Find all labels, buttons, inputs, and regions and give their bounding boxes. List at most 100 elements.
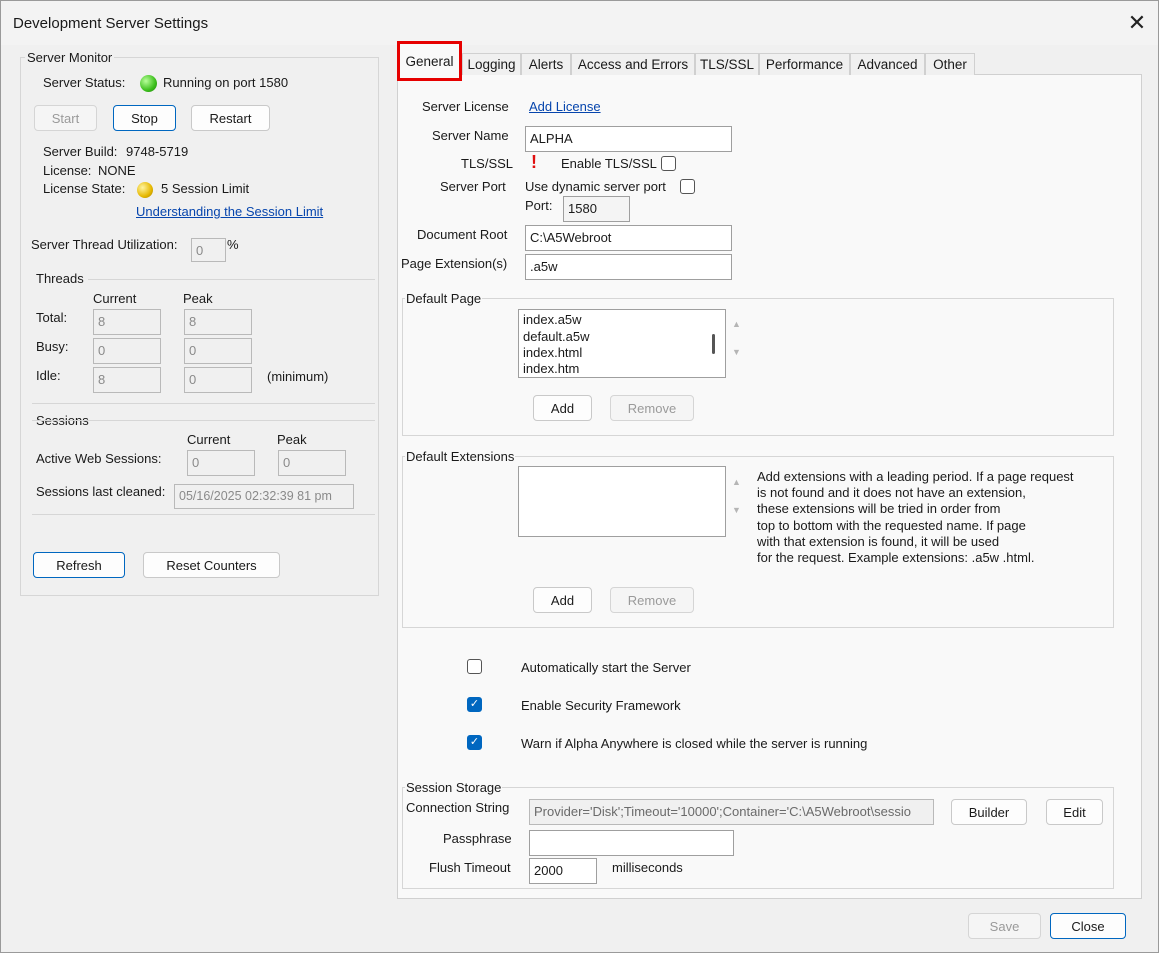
server-build-label: Server Build: [43,144,118,159]
default-page-add-button[interactable]: Add [533,395,592,421]
tab-general[interactable]: General [397,41,462,81]
tab-tls-ssl[interactable]: TLS/SSL [695,53,759,75]
threads-total-peak: 8 [184,309,252,335]
warn-close-checkbox[interactable]: ✓ [467,735,482,750]
auto-start-checkbox[interactable] [467,659,482,674]
sessions-bottom-separator [32,514,375,515]
dialog-window: Development Server Settings ✕ Server Mon… [0,0,1159,953]
session-limit-link[interactable]: Understanding the Session Limit [136,204,323,219]
add-license-link[interactable]: Add License [529,99,601,114]
help-line: for the request. Example extensions: .a5… [757,550,1035,566]
default-page-list[interactable]: index.a5w default.a5w index.html index.h… [518,309,726,378]
license-value: NONE [98,163,136,178]
help-line: Add extensions with a leading period. If… [757,469,1074,484]
stop-button[interactable]: Stop [113,105,176,131]
edit-button[interactable]: Edit [1046,799,1103,825]
sessions-peak-header: Peak [277,432,307,447]
security-framework-label: Enable Security Framework [521,698,681,713]
list-item[interactable]: index.a5w [523,312,582,327]
default-extensions-help: Add extensions with a leading period. If… [757,469,1074,566]
tls-ssl-label: TLS/SSL [461,156,514,171]
help-line: these extensions will be tried in order … [757,501,1001,517]
title-bar: Development Server Settings ✕ [1,1,1158,45]
help-line: with that extension is found, it will be… [757,533,1000,549]
connection-string-label: Connection String [406,800,510,815]
threads-total-label: Total: [36,310,68,325]
dynamic-port-checkbox[interactable] [680,179,695,194]
thread-utilization-label: Server Thread Utilization: [31,237,178,252]
refresh-button[interactable]: Refresh [33,552,125,578]
threads-peak-header: Peak [183,291,213,306]
document-root-label: Document Root [417,227,508,242]
default-extensions-list[interactable] [518,466,726,537]
status-yellow-icon [137,182,153,198]
tab-logging[interactable]: Logging [462,53,521,75]
tab-advanced[interactable]: Advanced [850,53,925,75]
threads-separator [88,279,375,280]
passphrase-input[interactable] [529,830,734,856]
threads-current-header: Current [93,291,137,306]
flush-timeout-input[interactable]: 2000 [529,858,597,884]
tab-access-and-errors[interactable]: Access and Errors [571,53,695,75]
builder-button[interactable]: Builder [951,799,1027,825]
list-item[interactable]: default.a5w [523,329,590,344]
port-input[interactable]: 1580 [563,196,630,222]
sessions-cleaned-label: Sessions last cleaned: [36,484,166,499]
page-extension-input[interactable]: .a5w [525,254,732,280]
close-icon[interactable]: ✕ [1123,9,1151,37]
reset-counters-button[interactable]: Reset Counters [143,552,280,578]
move-up-icon[interactable]: ▲ [732,319,741,329]
thread-utilization-field: 0 [191,238,226,262]
tab-alerts[interactable]: Alerts [521,53,571,75]
start-button[interactable]: Start [34,105,97,131]
server-name-input[interactable]: ALPHA [525,126,732,152]
sessions-separator [32,420,375,421]
port-label: Port: [525,198,553,213]
restart-button[interactable]: Restart [191,105,270,131]
threads-label: Threads [36,271,84,286]
server-build-value: 9748-5719 [126,144,189,159]
active-sessions-label: Active Web Sessions: [36,451,162,466]
flush-timeout-unit: milliseconds [612,860,683,875]
warn-close-label: Warn if Alpha Anywhere is closed while t… [521,736,868,751]
dynamic-port-label: Use dynamic server port [525,179,666,194]
threads-bottom-separator [32,403,375,404]
auto-start-label: Automatically start the Server [521,660,691,675]
flush-timeout-label: Flush Timeout [429,860,511,875]
server-status-label: Server Status: [43,75,126,90]
default-extensions-add-button[interactable]: Add [533,587,592,613]
threads-total-current: 8 [93,309,161,335]
tab-other[interactable]: Other [925,53,975,75]
move-down-icon[interactable]: ▼ [732,505,741,515]
help-line: is not found and it does not have an ext… [757,485,1026,501]
warning-icon: ! [531,152,537,172]
default-page-remove-button[interactable]: Remove [610,395,694,421]
license-state-value: 5 Session Limit [161,181,250,196]
session-storage-label: Session Storage [405,780,503,795]
enable-tls-label: Enable TLS/SSL [561,156,657,171]
close-button[interactable]: Close [1050,913,1126,939]
passphrase-label: Passphrase [443,831,512,846]
license-label: License: [43,163,92,178]
active-sessions-peak: 0 [278,450,346,476]
connection-string-field: Provider='Disk';Timeout='10000';Containe… [529,799,934,825]
list-item[interactable]: index.html [523,345,582,360]
document-root-input[interactable]: C:\A5Webroot [525,225,732,251]
move-up-icon[interactable]: ▲ [732,477,741,487]
list-item[interactable]: index.htm [523,361,579,376]
window-title: Development Server Settings [13,15,209,32]
tab-performance[interactable]: Performance [759,53,850,75]
threads-idle-label: Idle: [36,368,61,383]
default-extensions-remove-button[interactable]: Remove [610,587,694,613]
security-framework-checkbox[interactable]: ✓ [467,697,482,712]
threads-idle-current: 8 [93,367,161,393]
move-down-icon[interactable]: ▼ [732,347,741,357]
save-button[interactable]: Save [968,913,1041,939]
threads-idle-peak: 0 [184,367,252,393]
threads-idle-note: (minimum) [267,369,329,384]
default-extensions-label: Default Extensions [405,449,516,464]
license-state-label: License State: [43,181,126,196]
enable-tls-checkbox[interactable] [661,156,676,171]
list-scrollbar-thumb[interactable] [712,334,715,354]
threads-busy-label: Busy: [36,339,69,354]
